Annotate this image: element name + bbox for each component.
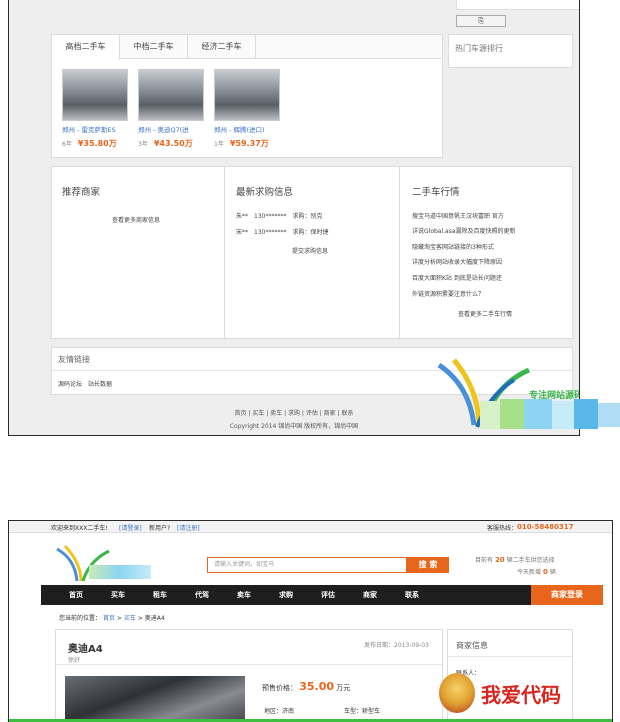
logo-blur	[89, 565, 151, 579]
market-item[interactable]: 详说Global.asa漏除及百度快照的更新	[412, 226, 516, 235]
breadcrumb-current: 奥迪A4	[144, 615, 165, 622]
car-price: ¥35.80万	[77, 139, 117, 148]
breadcrumb: 您当前的位置： 首页 > 买车 > 奥迪A4	[59, 613, 165, 622]
nav-home[interactable]: 首页	[69, 585, 83, 605]
car-photo[interactable]	[62, 69, 128, 121]
car-card[interactable]: 郑州 - 雷克萨斯ES 6年 ¥35.80万	[62, 69, 132, 149]
nav-rent[interactable]: 租车	[153, 585, 167, 605]
car-age: 1年	[214, 141, 224, 148]
hotline-number: 010-58480317	[517, 523, 574, 531]
car-card[interactable]: 郑州 - 辉腾(进口) 1年 ¥59.37万	[214, 69, 284, 149]
friend-link[interactable]: 源码论坛	[58, 379, 82, 388]
info-panel: 推荐商家 查看更多商家信息 最新求购信息 朱** 130******* 求购：别…	[51, 166, 573, 339]
recommend-title: 推荐商家	[62, 187, 101, 198]
tab-high-end[interactable]: 高档二手车	[52, 35, 120, 60]
market-title: 二手车行情	[412, 187, 460, 198]
nav-contact[interactable]: 联系	[405, 585, 419, 605]
top-bar: 欢迎来到XXX二手车! [请登录] 新用户? [请注册] 客服热线： 010-5…	[9, 521, 612, 533]
blur-mosaic	[480, 399, 620, 429]
nav-sell[interactable]: 卖车	[237, 585, 251, 605]
stats-text: 辆二手车供您选择	[506, 557, 555, 564]
nav-evaluate[interactable]: 评估	[321, 585, 335, 605]
dealer-info-title: 商家信息	[456, 641, 488, 650]
top-input-box[interactable]	[456, 0, 579, 10]
car-age: 3年	[138, 141, 148, 148]
car-photo[interactable]	[214, 69, 280, 121]
wanted-item[interactable]: 朱** 130******* 求购：别克	[236, 211, 322, 220]
register-link[interactable]: [请注册]	[177, 523, 200, 532]
hot-ranking-title: 热门车源排行	[455, 44, 503, 53]
breadcrumb-home[interactable]: 首页	[103, 615, 115, 622]
car-subtitle: 徐好	[68, 657, 81, 664]
stats-text: 今天新增	[517, 569, 542, 576]
hot-ranking-panel: 热门车源排行	[448, 34, 573, 68]
friend-links-title: 友情链接	[58, 355, 90, 364]
publish-date: 发布日期：2013-09-03	[364, 642, 429, 649]
stats-count: 20	[494, 556, 505, 564]
breadcrumb-label: 您当前的位置：	[59, 615, 102, 622]
car-price: ¥59.37万	[229, 139, 269, 148]
market-item[interactable]: 搜宝马道中国意帆王汉块富职 官方	[412, 211, 504, 220]
stats-count: 0	[542, 568, 548, 576]
car-card[interactable]: 郑州 - 奥迪Q7(进 3年 ¥43.50万	[138, 69, 208, 149]
price-row: 预售价格： 35.00 万元	[262, 680, 350, 693]
car-title: 奥迪A4	[68, 644, 103, 655]
nav-buy[interactable]: 买车	[111, 585, 125, 605]
tab-economy[interactable]: 经济二手车	[188, 35, 256, 59]
market-more-link[interactable]: 查看更多二手车行情	[458, 309, 512, 318]
car-age: 6年	[62, 141, 72, 148]
price-unit: 万元	[336, 684, 351, 692]
car-name[interactable]: 郑州 - 奥迪Q7(进	[138, 124, 208, 134]
price-label: 预售价格：	[262, 684, 297, 692]
detail-page-screenshot: 欢迎来到XXX二手车! [请登录] 新用户? [请注册] 客服热线： 010-5…	[8, 520, 613, 722]
watermark-text: 我爱代码	[481, 683, 561, 707]
stats-line2: 今天新增 0 辆	[517, 567, 556, 576]
breadcrumb-sep: >	[116, 615, 122, 622]
price-value: 35.00	[299, 680, 335, 693]
wanted-item[interactable]: 宋** 130******* 求购：保时捷	[236, 227, 328, 236]
tab-mid-range[interactable]: 中档二手车	[120, 35, 188, 59]
welcome-text: 欢迎来到XXX二手车!	[51, 525, 108, 532]
breadcrumb-sep: >	[137, 615, 143, 622]
car-tabs-panel: 高档二手车 中档二手车 经济二手车 郑州 - 雷克萨斯ES 6年 ¥35.80万 …	[51, 34, 443, 158]
nav-dealers[interactable]: 商家	[363, 585, 377, 605]
main-nav: 首页 买车 租车 代驾 卖车 求购 评估 商家 联系 商家登录	[41, 585, 603, 605]
friend-link[interactable]: 站长数据	[88, 379, 112, 388]
search-input[interactable]: 请输入关键词，如宝马	[207, 557, 407, 573]
stats-text: 目前有	[475, 557, 494, 564]
dealer-login-button[interactable]: 商家登录	[531, 585, 603, 605]
tab-bar: 高档二手车 中档二手车 经济二手车	[52, 35, 442, 60]
stats-text: 辆	[549, 569, 556, 576]
car-detail-photo[interactable]	[65, 676, 245, 722]
search-button[interactable]: 搜 索	[407, 557, 449, 573]
nav-driver[interactable]: 代驾	[195, 585, 209, 605]
model-label: 车型：轿型车	[344, 708, 381, 715]
recommend-more-link[interactable]: 查看更多商家信息	[112, 215, 160, 224]
nav-wanted[interactable]: 求购	[279, 585, 293, 605]
breadcrumb-buy[interactable]: 买车	[124, 615, 136, 622]
wanted-submit-link[interactable]: 提交求购信息	[292, 246, 328, 255]
market-item[interactable]: 百度大面积K站 到底是站长问题还	[412, 273, 502, 282]
market-item[interactable]: 隐藏淘宝客网站链接的3种形式	[412, 242, 494, 251]
homepage-screenshot: ⎘ 高档二手车 中档二手车 经济二手车 郑州 - 雷克萨斯ES 6年 ¥35.80…	[8, 0, 580, 436]
car-name[interactable]: 郑州 - 雷克萨斯ES	[62, 124, 132, 134]
login-link[interactable]: [请登录]	[119, 523, 142, 532]
market-item[interactable]: 外链资源积累要注意什么？	[412, 289, 484, 298]
car-price: ¥43.50万	[153, 139, 193, 148]
mascot-avatar-icon	[439, 673, 475, 713]
car-photo[interactable]	[138, 69, 204, 121]
wanted-title: 最新求购信息	[236, 187, 294, 198]
car-name[interactable]: 郑州 - 辉腾(进口)	[214, 124, 284, 134]
region-label: 地区：济南	[264, 708, 295, 715]
captcha-button[interactable]: ⎘	[456, 15, 506, 27]
hotline-label: 客服热线：	[487, 525, 518, 532]
market-item[interactable]: 详度分析网站收录大幅度下降原因	[412, 257, 502, 266]
stats-line1: 目前有 20 辆二手车供您选择	[475, 555, 555, 564]
new-user-text: 新用户?	[149, 525, 171, 532]
